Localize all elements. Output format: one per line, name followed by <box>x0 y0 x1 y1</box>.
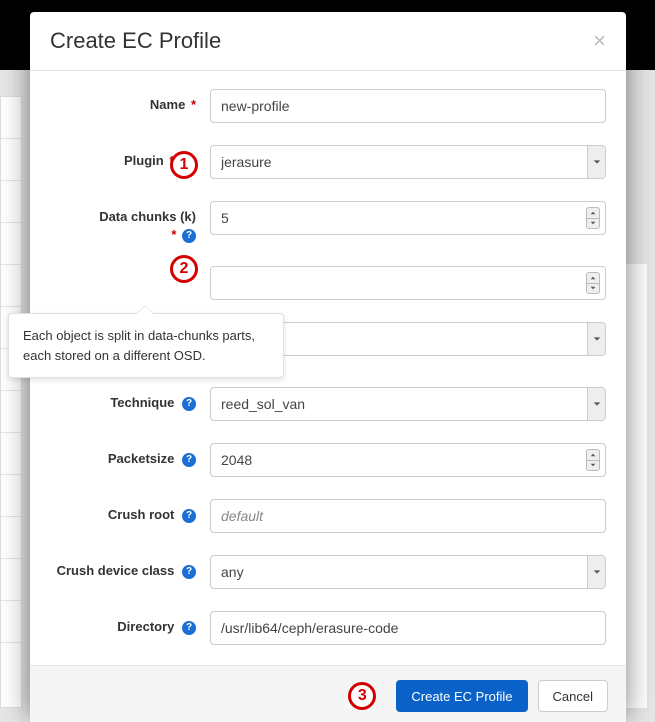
create-ec-profile-button[interactable]: Create EC Profile <box>396 680 527 712</box>
plugin-select[interactable] <box>210 145 606 179</box>
row-crush-device-class: Crush device class ? <box>50 555 606 589</box>
step-down-icon[interactable] <box>587 284 599 294</box>
label-technique-text: Technique <box>110 395 174 410</box>
label-packetsize-text: Packetsize <box>108 451 175 466</box>
data-chunks-tooltip: Each object is split in data-chunks part… <box>8 313 284 378</box>
required-icon: * <box>171 227 176 242</box>
step-up-icon[interactable] <box>587 450 599 461</box>
number-stepper[interactable] <box>586 449 600 471</box>
label-data-chunks: Data chunks (k) * ? <box>50 201 210 244</box>
help-icon[interactable]: ? <box>182 621 196 635</box>
step-up-icon[interactable] <box>587 273 599 284</box>
create-ec-profile-modal: Create EC Profile × Name * Plugin * ? <box>30 12 626 712</box>
help-icon[interactable]: ? <box>182 509 196 523</box>
label-directory: Directory ? <box>50 611 210 636</box>
callout-3: 3 <box>348 682 376 710</box>
callout-2: 2 <box>170 255 198 283</box>
page-backdrop: Create EC Profile × Name * Plugin * ? <box>0 0 655 722</box>
directory-input[interactable] <box>210 611 606 645</box>
label-data-chunks-text: Data chunks (k) <box>99 209 196 224</box>
modal-title: Create EC Profile <box>50 28 593 54</box>
row-coding-chunks <box>50 266 606 300</box>
crush-root-input[interactable] <box>210 499 606 533</box>
packetsize-input[interactable] <box>210 443 606 477</box>
step-up-icon[interactable] <box>587 208 599 219</box>
label-packetsize: Packetsize ? <box>50 443 210 468</box>
label-crush-device-class: Crush device class ? <box>50 555 210 580</box>
label-crush-root-text: Crush root <box>108 507 174 522</box>
step-down-icon[interactable] <box>587 461 599 471</box>
row-name: Name * <box>50 89 606 123</box>
tooltip-text: Each object is split in data-chunks part… <box>23 328 255 363</box>
label-cdc-text: Crush device class <box>57 563 175 578</box>
crush-device-class-select[interactable] <box>210 555 606 589</box>
required-icon: * <box>191 97 196 112</box>
help-icon[interactable]: ? <box>182 397 196 411</box>
row-plugin: Plugin * ? <box>50 145 606 179</box>
name-input[interactable] <box>210 89 606 123</box>
label-plugin-text: Plugin <box>124 153 164 168</box>
row-crush-root: Crush root ? <box>50 499 606 533</box>
bg-side-panel <box>0 96 22 708</box>
modal-header: Create EC Profile × <box>30 12 626 71</box>
row-directory: Directory ? <box>50 611 606 645</box>
row-technique: Technique ? <box>50 387 606 421</box>
help-icon[interactable]: ? <box>182 565 196 579</box>
close-icon[interactable]: × <box>593 30 606 52</box>
number-stepper[interactable] <box>586 207 600 229</box>
technique-select[interactable] <box>210 387 606 421</box>
data-chunks-input[interactable] <box>210 201 606 235</box>
help-icon[interactable]: ? <box>182 229 196 243</box>
coding-chunks-input[interactable] <box>210 266 606 300</box>
callout-1: 1 <box>170 151 198 179</box>
modal-body: Name * Plugin * ? <box>30 71 626 665</box>
number-stepper[interactable] <box>586 272 600 294</box>
step-down-icon[interactable] <box>587 219 599 229</box>
label-technique: Technique ? <box>50 387 210 412</box>
help-icon[interactable]: ? <box>182 453 196 467</box>
row-packetsize: Packetsize ? <box>50 443 606 477</box>
label-directory-text: Directory <box>117 619 174 634</box>
row-data-chunks: Data chunks (k) * ? <box>50 201 606 244</box>
modal-footer: 3 Create EC Profile Cancel <box>30 665 626 722</box>
cancel-button[interactable]: Cancel <box>538 680 608 712</box>
label-name-text: Name <box>150 97 185 112</box>
label-crush-root: Crush root ? <box>50 499 210 524</box>
label-name: Name * <box>50 89 210 114</box>
